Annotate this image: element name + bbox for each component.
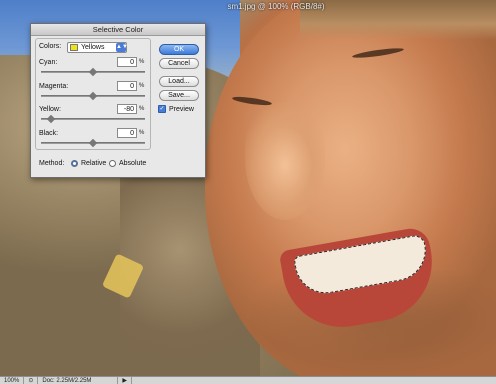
yellow-value-field[interactable]: -80 — [117, 104, 137, 114]
yellow-slider[interactable] — [41, 114, 145, 124]
selective-color-dialog: Selective Color Colors: Yellows ▲▼ Cyan:… — [30, 23, 206, 178]
status-bar: 100% ⊙ Doc: 2.25M/2.25M ▶ — [0, 376, 496, 384]
cyan-label: Cyan: — [39, 59, 58, 66]
load-button[interactable]: Load... — [159, 76, 199, 87]
cyan-percent: % — [139, 59, 145, 65]
method-label: Method: — [39, 160, 65, 167]
absolute-label: Absolute — [119, 160, 147, 167]
cyan-value-field[interactable]: 0 — [117, 57, 137, 67]
colors-select-value: Yellows — [81, 44, 105, 51]
yellow-percent: % — [139, 106, 145, 112]
dialog-title[interactable]: Selective Color — [31, 24, 205, 36]
preview-label: Preview — [169, 106, 194, 113]
black-percent: % — [139, 130, 145, 136]
yellow-label: Yellow: — [39, 106, 61, 113]
magenta-value-field[interactable]: 0 — [117, 81, 137, 91]
absolute-radio[interactable] — [109, 160, 116, 167]
relative-radio[interactable] — [71, 160, 78, 167]
doc-size: Doc: 2.25M/2.25M — [38, 377, 119, 384]
cancel-button[interactable]: Cancel — [159, 58, 199, 69]
black-value-field[interactable]: 0 — [117, 128, 137, 138]
zoom-level[interactable]: 100% — [0, 377, 25, 384]
status-menu-arrow-icon[interactable]: ▶ — [118, 377, 133, 384]
colors-select[interactable]: Yellows ▲▼ — [67, 42, 128, 53]
colors-label: Colors: — [39, 43, 62, 50]
black-label: Black: — [39, 130, 59, 137]
cyan-slider[interactable] — [41, 67, 145, 77]
preview-checkbox[interactable]: ✓ — [158, 105, 166, 113]
save-button[interactable]: Save... — [159, 90, 199, 101]
magenta-slider[interactable] — [41, 91, 145, 101]
chevron-updown-icon[interactable]: ▲▼ — [116, 43, 128, 52]
status-icon[interactable]: ⊙ — [24, 377, 39, 384]
ok-button[interactable]: OK — [159, 44, 199, 55]
relative-label: Relative — [81, 160, 107, 167]
document-title: sm1.jpg @ 100% (RGB/8#) — [227, 2, 325, 11]
magenta-percent: % — [139, 83, 145, 89]
nose — [245, 95, 325, 220]
black-slider[interactable] — [41, 138, 145, 148]
magenta-label: Magenta: — [39, 83, 69, 90]
color-swatch — [70, 44, 78, 51]
